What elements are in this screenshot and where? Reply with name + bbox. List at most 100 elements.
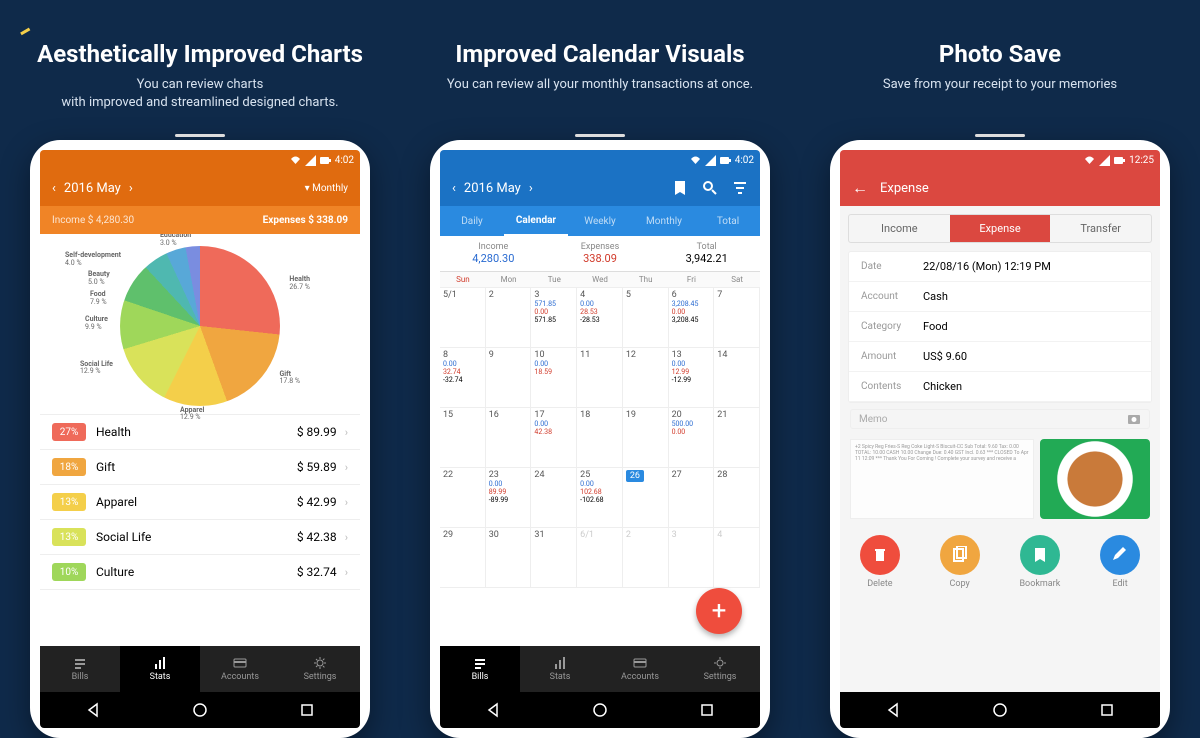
chevron-left-icon[interactable]: ‹ [452, 181, 456, 196]
chevron-left-icon[interactable]: ‹ [52, 181, 56, 196]
tab-stats[interactable]: Stats [520, 646, 600, 692]
tab-accounts[interactable]: Accounts [600, 646, 680, 692]
calendar-cell[interactable]: 5 [623, 288, 669, 348]
recent-icon[interactable] [699, 702, 715, 718]
form-row[interactable]: Date 22/08/16 (Mon) 12:19 PM [849, 252, 1151, 282]
seg-income[interactable]: Income [849, 215, 950, 242]
calendar-cell[interactable]: 100.0018.59 [531, 348, 577, 408]
calendar-cell[interactable]: 16 [486, 408, 532, 468]
tab-accounts[interactable]: Accounts [200, 646, 280, 692]
month-label[interactable]: 2016 May [64, 181, 121, 196]
calendar-cell[interactable]: 26 [623, 468, 669, 528]
calendar-cell[interactable]: 12 [623, 348, 669, 408]
home-icon[interactable] [992, 702, 1008, 718]
bookmark-icon[interactable] [672, 180, 688, 196]
page-title: Expense [880, 181, 929, 196]
calendar-cell[interactable]: 5/1 [440, 288, 486, 348]
food-photo[interactable] [1040, 439, 1150, 519]
calendar-cell[interactable]: 14 [714, 348, 760, 408]
memo-field[interactable]: Memo [850, 409, 1150, 429]
back-arrow-icon[interactable]: ← [852, 178, 868, 198]
tab-calendar[interactable]: Calendar [504, 206, 568, 236]
calendar-cell[interactable]: 3 [669, 528, 715, 588]
list-item[interactable]: 18% Gift $ 59.89 › [40, 450, 360, 485]
calendar-cell[interactable]: 18 [577, 408, 623, 468]
clock: 4:02 [335, 155, 354, 166]
calendar-cell[interactable]: 230.0089.99-89.99 [486, 468, 532, 528]
action-bookmark[interactable]: Bookmark [1019, 535, 1060, 589]
calendar-cell[interactable]: 15 [440, 408, 486, 468]
wifi-icon [1084, 155, 1095, 166]
battery-icon [320, 155, 331, 166]
phone-expense: 12:25 ← Expense Income Expense Transfer … [830, 140, 1170, 738]
calendar-cell[interactable]: 9 [486, 348, 532, 408]
tab-settings[interactable]: Settings [280, 646, 360, 692]
calendar-cell[interactable]: 30 [486, 528, 532, 588]
calendar-cell[interactable]: 250.00102.68-102.68 [577, 468, 623, 528]
chevron-right-icon: › [345, 496, 348, 509]
calendar-cell[interactable]: 20500.000.00 [669, 408, 715, 468]
list-item[interactable]: 13% Apparel $ 42.99 › [40, 485, 360, 520]
form-row[interactable]: Category Food [849, 312, 1151, 342]
clock: 12:25 [1129, 155, 1154, 166]
tab-stats[interactable]: Stats [120, 646, 200, 692]
month-label[interactable]: 2016 May [464, 181, 521, 196]
tab-bills[interactable]: Bills [40, 646, 120, 692]
calendar-cell[interactable]: 40.0028.53-28.53 [577, 288, 623, 348]
form-row[interactable]: Amount US$ 9.60 [849, 342, 1151, 372]
tab-settings[interactable]: Settings [680, 646, 760, 692]
calendar-cell[interactable]: 22 [440, 468, 486, 528]
filter-icon[interactable] [732, 180, 748, 196]
list-item[interactable]: 13% Social Life $ 42.38 › [40, 520, 360, 555]
calendar-cell[interactable]: 130.0012.99-12.99 [669, 348, 715, 408]
action-delete[interactable]: Delete [860, 535, 900, 589]
camera-icon[interactable] [1127, 412, 1141, 426]
chevron-right-icon[interactable]: › [129, 181, 133, 196]
calendar-cell[interactable]: 21 [714, 408, 760, 468]
calendar-cell[interactable]: 2 [623, 528, 669, 588]
calendar-cell[interactable]: 80.0032.74-32.74 [440, 348, 486, 408]
add-button[interactable]: + [696, 588, 742, 634]
bottom-nav: Bills Stats Accounts Settings [40, 646, 360, 692]
calendar-cell[interactable]: 3571.850.00571.85 [531, 288, 577, 348]
action-copy[interactable]: Copy [940, 535, 980, 589]
calendar-cell[interactable]: 170.0042.38 [531, 408, 577, 468]
receipt-photo[interactable]: +2 Spicy Reg Fries-S Reg Coke Light-S Bi… [850, 439, 1034, 519]
calendar-cell[interactable]: 63,208.450.003,208.45 [669, 288, 715, 348]
calendar-cell[interactable]: 31 [531, 528, 577, 588]
seg-expense[interactable]: Expense [950, 215, 1051, 242]
calendar-cell[interactable]: 29 [440, 528, 486, 588]
chevron-right-icon: › [345, 531, 348, 544]
seg-transfer[interactable]: Transfer [1050, 215, 1151, 242]
home-icon[interactable] [592, 702, 608, 718]
form-row[interactable]: Contents Chicken [849, 372, 1151, 402]
recent-icon[interactable] [299, 702, 315, 718]
calendar-cell[interactable]: 11 [577, 348, 623, 408]
tab-total[interactable]: Total [696, 206, 760, 236]
tab-daily[interactable]: Daily [440, 206, 504, 236]
back-icon[interactable] [85, 702, 101, 718]
back-icon[interactable] [485, 702, 501, 718]
tab-weekly[interactable]: Weekly [568, 206, 632, 236]
search-icon[interactable] [702, 180, 718, 196]
calendar-cell[interactable]: 2 [486, 288, 532, 348]
calendar-cell[interactable]: 6/1 [577, 528, 623, 588]
calendar-cell[interactable]: 27 [669, 468, 715, 528]
calendar-cell[interactable]: 19 [623, 408, 669, 468]
android-nav [440, 692, 760, 728]
list-item[interactable]: 10% Culture $ 32.74 › [40, 555, 360, 590]
home-icon[interactable] [192, 702, 208, 718]
range-dropdown[interactable]: ▾ Monthly [305, 183, 348, 194]
tab-bills[interactable]: Bills [440, 646, 520, 692]
calendar-cell[interactable]: 7 [714, 288, 760, 348]
back-icon[interactable] [885, 702, 901, 718]
calendar-cell[interactable]: 24 [531, 468, 577, 528]
calendar-cell[interactable]: 4 [714, 528, 760, 588]
chevron-right-icon[interactable]: › [529, 181, 533, 196]
recent-icon[interactable] [1099, 702, 1115, 718]
action-edit[interactable]: Edit [1100, 535, 1140, 589]
calendar-cell[interactable]: 28 [714, 468, 760, 528]
form-row[interactable]: Account Cash [849, 282, 1151, 312]
tab-monthly[interactable]: Monthly [632, 206, 696, 236]
chevron-right-icon: › [345, 461, 348, 474]
